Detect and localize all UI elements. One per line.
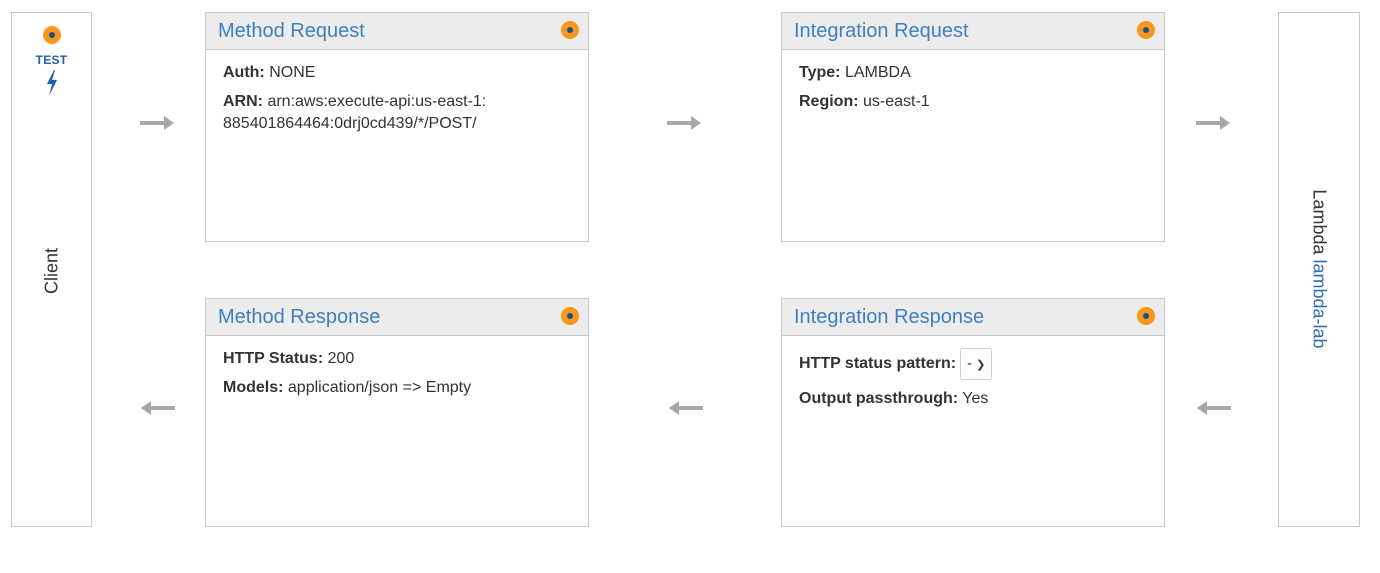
lambda-function-link[interactable]: lambda-lab (1310, 260, 1330, 349)
auth-label: Auth: (223, 64, 265, 81)
lambda-panel: Lambda lambda-lab (1278, 12, 1360, 527)
http-status-label: HTTP Status: (223, 350, 324, 367)
arn-label: ARN: (223, 93, 263, 110)
client-label: Client (41, 247, 61, 295)
arrow-right-icon (1196, 116, 1230, 130)
arrow-left-icon (669, 401, 703, 415)
region-label: Region: (799, 93, 859, 110)
test-label: TEST (35, 53, 68, 67)
status-pattern-label: HTTP status pattern: (799, 355, 957, 372)
http-status-value: 200 (327, 350, 355, 367)
method-response-panel[interactable]: Method Response HTTP Status: 200 Models:… (205, 298, 589, 527)
type-label: Type: (799, 64, 841, 81)
type-value: LAMBDA (844, 64, 911, 81)
passthrough-label: Output passthrough: (799, 390, 959, 407)
status-dot-icon (1137, 307, 1155, 325)
integration-response-panel[interactable]: Integration Response HTTP status pattern… (781, 298, 1165, 527)
arrow-left-icon (141, 401, 175, 415)
arrow-left-icon (1197, 401, 1231, 415)
integration-response-title[interactable]: Integration Response (794, 306, 984, 329)
auth-value: NONE (269, 64, 316, 81)
integration-request-title[interactable]: Integration Request (794, 20, 969, 43)
test-button[interactable]: TEST (12, 26, 91, 96)
chevron-down-icon: ❯ (976, 359, 986, 371)
lambda-prefix: Lambda (1309, 189, 1330, 255)
passthrough-value: Yes (962, 390, 989, 407)
status-dot-icon (42, 26, 61, 44)
status-dot-icon (561, 21, 579, 39)
status-pattern-select[interactable]: - ❯ (960, 348, 993, 380)
arn-value: arn:aws:execute-api:us-east-1:8854018644… (223, 93, 487, 132)
status-pattern-value: - (967, 355, 973, 372)
lightning-bolt-icon (46, 70, 57, 96)
region-value: us-east-1 (863, 93, 930, 110)
client-panel: TEST Client (11, 12, 92, 527)
arrow-right-icon (667, 116, 701, 130)
status-dot-icon (1137, 21, 1155, 39)
models-value: application/json => Empty (287, 379, 472, 396)
status-dot-icon (561, 307, 579, 325)
models-label: Models: (223, 379, 284, 396)
arrow-right-icon (140, 116, 174, 130)
method-response-title[interactable]: Method Response (218, 306, 380, 329)
method-request-panel[interactable]: Method Request Auth: NONE ARN: arn:aws:e… (205, 12, 589, 242)
method-request-title[interactable]: Method Request (218, 20, 365, 43)
integration-request-panel[interactable]: Integration Request Type: LAMBDA Region:… (781, 12, 1165, 242)
